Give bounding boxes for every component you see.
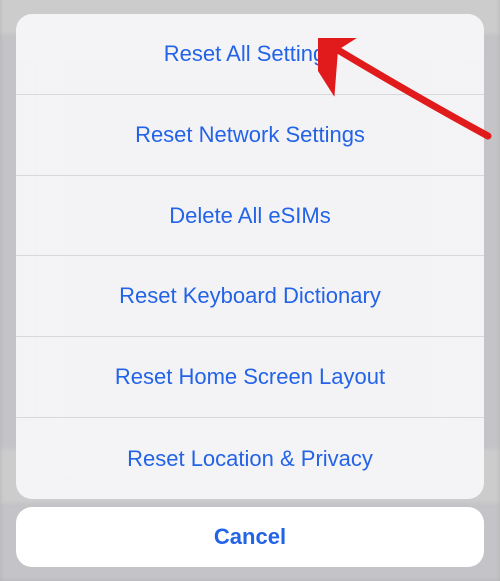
- action-label: Reset Location & Privacy: [127, 446, 373, 472]
- cancel-button[interactable]: Cancel: [16, 507, 484, 567]
- reset-network-settings-button[interactable]: Reset Network Settings: [16, 95, 484, 176]
- action-label: Reset Keyboard Dictionary: [119, 283, 381, 309]
- reset-keyboard-dictionary-button[interactable]: Reset Keyboard Dictionary: [16, 256, 484, 337]
- reset-all-settings-button[interactable]: Reset All Settings: [16, 14, 484, 95]
- reset-home-screen-layout-button[interactable]: Reset Home Screen Layout: [16, 337, 484, 418]
- action-label: Reset Home Screen Layout: [115, 364, 385, 390]
- action-sheet: Reset All Settings Reset Network Setting…: [16, 14, 484, 499]
- cancel-label: Cancel: [214, 524, 286, 550]
- action-label: Reset All Settings: [164, 41, 336, 67]
- delete-all-esims-button[interactable]: Delete All eSIMs: [16, 176, 484, 257]
- action-label: Delete All eSIMs: [169, 203, 330, 229]
- reset-location-privacy-button[interactable]: Reset Location & Privacy: [16, 418, 484, 499]
- action-label: Reset Network Settings: [135, 122, 365, 148]
